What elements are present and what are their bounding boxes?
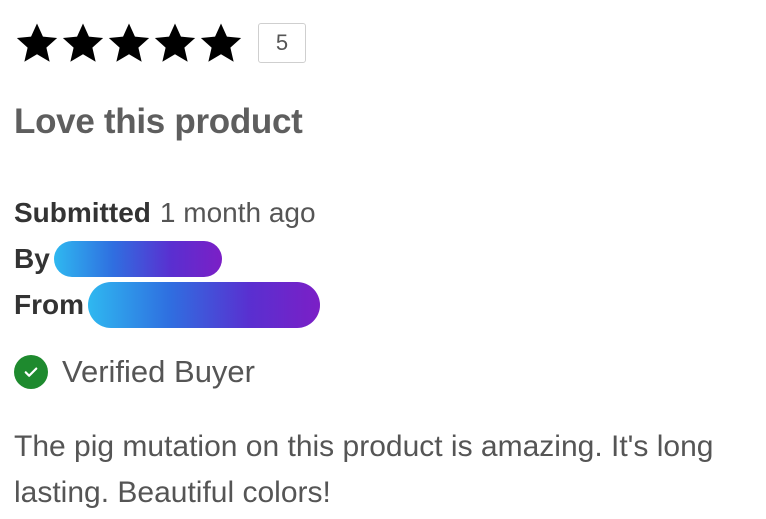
review-card: 5 Love this product Submitted 1 month ag… [14, 18, 754, 516]
by-line: By [14, 236, 754, 282]
star-icon [14, 20, 60, 66]
submitted-label: Submitted [14, 197, 151, 228]
submitted-value: 1 month ago [159, 197, 316, 228]
review-meta: Submitted 1 month ago By From [14, 190, 754, 328]
redacted-location [88, 282, 320, 328]
submitted-line: Submitted 1 month ago [14, 190, 754, 236]
from-label: From [14, 289, 84, 320]
star-icon [60, 20, 106, 66]
star-icon [152, 20, 198, 66]
from-line: From [14, 282, 754, 328]
redacted-author [53, 241, 222, 277]
verified-check-icon [14, 355, 48, 389]
rating-badge: 5 [258, 23, 306, 63]
star-rating [14, 20, 244, 66]
verified-label: Verified Buyer [62, 354, 255, 389]
verified-buyer: Verified Buyer [14, 354, 754, 390]
rating-row: 5 [14, 18, 754, 68]
review-title: Love this product [14, 102, 303, 141]
star-icon [106, 20, 152, 66]
by-label: By [14, 243, 50, 274]
review-body: The pig mutation on this product is amaz… [14, 430, 714, 509]
star-icon [198, 20, 244, 66]
